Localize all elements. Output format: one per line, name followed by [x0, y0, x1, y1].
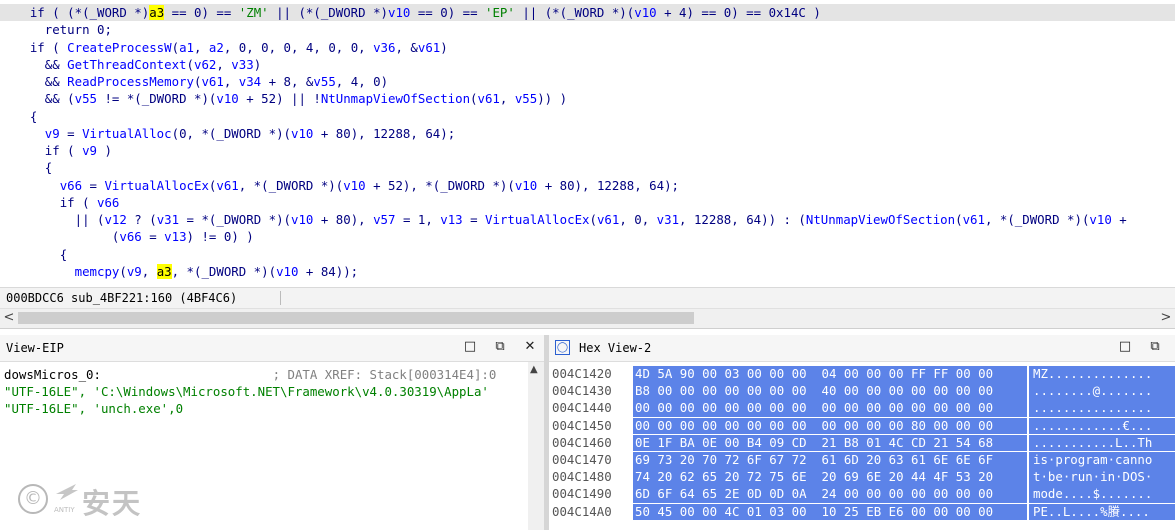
hex-bytes[interactable]: 74 20 62 65 20 72 75 6E 20 69 6E 20 44 4… [633, 469, 1027, 486]
hex-ascii[interactable]: ...........L..Th [1029, 434, 1175, 452]
scroll-up-icon[interactable]: ▲ [530, 364, 538, 375]
hex-address: 004C1420 [552, 366, 612, 381]
hex-ascii[interactable]: mode....$....... [1029, 486, 1175, 503]
antiy-watermark: © ANTIY 安天 [18, 480, 168, 520]
scrollbar-thumb[interactable] [18, 312, 694, 324]
hex-ascii[interactable]: ............€... [1029, 417, 1175, 435]
hex-ascii[interactable]: MZ.............. [1029, 366, 1175, 383]
hex-ascii[interactable]: is·program·canno [1029, 452, 1175, 469]
hex-address: 004C14A0 [552, 503, 612, 519]
code-line[interactable]: v66 = VirtualAllocEx(v61, *(_DWORD *)(v1… [0, 177, 679, 194]
scroll-right-icon[interactable]: > [1159, 310, 1173, 326]
hex-view-icon: ◯ [555, 340, 570, 355]
hex-bytes[interactable]: B8 00 00 00 00 00 00 00 40 00 00 00 00 0… [633, 383, 1027, 400]
status-separator [280, 291, 281, 305]
view-eip-titlebar: View-EIP □ ⧉ ✕ [0, 335, 544, 362]
code-line[interactable]: { [0, 246, 67, 263]
hex-address: 004C1490 [552, 486, 612, 502]
eip-line[interactable]: dowsMicros_0: ; DATA XREF: Stack[000314E… [4, 367, 496, 383]
watermark-small-text: ANTIY [54, 506, 75, 514]
copyright-icon: © [18, 484, 48, 514]
float-window-icon[interactable]: ⧉ [1147, 339, 1163, 355]
hex-bytes[interactable]: 00 00 00 00 00 00 00 00 00 00 00 00 80 0… [633, 417, 1027, 435]
hex-bytes[interactable]: 69 73 20 70 72 6F 67 72 61 6D 20 63 61 6… [633, 452, 1027, 469]
hex-address: 004C1480 [552, 469, 612, 485]
hex-bytes[interactable]: 4D 5A 90 00 03 00 00 00 04 00 00 00 FF F… [633, 366, 1027, 383]
antiy-logo-icon [56, 484, 78, 500]
code-line[interactable]: && (v55 != *(_DWORD *)(v10 + 52) || !NtU… [0, 90, 567, 107]
code-line[interactable]: v9 = VirtualAlloc(0, *(_DWORD *)(v10 + 8… [0, 125, 455, 142]
view-eip-title: View-EIP [6, 341, 64, 355]
hex-address: 004C1440 [552, 400, 612, 416]
hex-view-title: Hex View-2 [579, 341, 652, 355]
hex-address: 004C1470 [552, 452, 612, 467]
pseudocode-status-bar: 000BDCC6 sub_4BF221:160 (4BF4C6) [0, 287, 1175, 308]
status-location: 000BDCC6 sub_4BF221:160 (4BF4C6) [6, 291, 238, 305]
hex-ascii[interactable]: PE..L....%賸.... [1029, 503, 1175, 521]
hex-ascii[interactable]: ................ [1029, 400, 1175, 417]
maximize-icon[interactable]: □ [1117, 339, 1133, 355]
hex-address: 004C1450 [552, 417, 612, 433]
code-line[interactable]: && ReadProcessMemory(v61, v34 + 8, &v55,… [0, 73, 388, 90]
hex-bytes[interactable]: 0E 1F BA 0E 00 B4 09 CD 21 B8 01 4C CD 2… [633, 434, 1027, 452]
float-window-icon[interactable]: ⧉ [492, 339, 508, 355]
eip-line[interactable]: "UTF-16LE", 'unch.exe',0 [4, 401, 183, 417]
hex-view-pane[interactable]: ◯ Hex View-2 □ ⧉ 004C1420 4D 5A 90 00 03 … [549, 335, 1175, 530]
code-line[interactable]: memcpy(v9, a3, *(_DWORD *)(v10 + 84)); [0, 263, 358, 280]
hex-bytes[interactable]: 6D 6F 64 65 2E 0D 0D 0A 24 00 00 00 00 0… [633, 486, 1027, 503]
code-line[interactable]: && GetThreadContext(v62, v33) [0, 56, 261, 73]
code-line[interactable]: { [0, 159, 52, 176]
code-line[interactable]: if ( (*(_WORD *)a3 == 0) == 'ZM' || (*(_… [0, 4, 1175, 21]
code-line[interactable]: return 0; [0, 21, 112, 38]
hex-address: 004C1460 [552, 434, 612, 450]
close-icon[interactable]: ✕ [522, 339, 538, 355]
horizontal-scrollbar[interactable]: < > [0, 308, 1175, 329]
eip-line[interactable]: "UTF-16LE", 'C:\Windows\Microsoft.NET\Fr… [4, 384, 489, 400]
code-line[interactable]: if ( v9 ) [0, 142, 112, 159]
hex-ascii[interactable]: t·be·run·in·DOS· [1029, 469, 1175, 486]
pseudocode-view[interactable]: if ( (*(_WORD *)a3 == 0) == 'ZM' || (*(_… [0, 0, 1175, 287]
hex-bytes[interactable]: 50 45 00 00 4C 01 03 00 10 25 EB E6 00 0… [633, 503, 1027, 521]
watermark-brand: 安天 [82, 487, 143, 520]
hex-bytes[interactable]: 00 00 00 00 00 00 00 00 00 00 00 00 00 0… [633, 400, 1027, 417]
hex-view-titlebar: ◯ Hex View-2 □ ⧉ [549, 335, 1175, 362]
hex-ascii[interactable]: ........@....... [1029, 383, 1175, 400]
code-line[interactable]: if ( CreateProcessW(a1, a2, 0, 0, 0, 4, … [0, 39, 448, 56]
code-line[interactable]: { [0, 108, 37, 125]
maximize-icon[interactable]: □ [462, 339, 478, 355]
hex-address: 004C1430 [552, 383, 612, 399]
code-line[interactable]: if ( v66 [0, 194, 120, 211]
code-line[interactable]: (v66 = v13) != 0) ) [0, 228, 254, 245]
scroll-left-icon[interactable]: < [2, 310, 16, 326]
view-eip-vertical-scrollbar[interactable]: ▲ [528, 362, 544, 530]
code-line[interactable]: || (v12 ? (v31 = *(_DWORD *)(v10 + 80), … [0, 211, 1127, 228]
